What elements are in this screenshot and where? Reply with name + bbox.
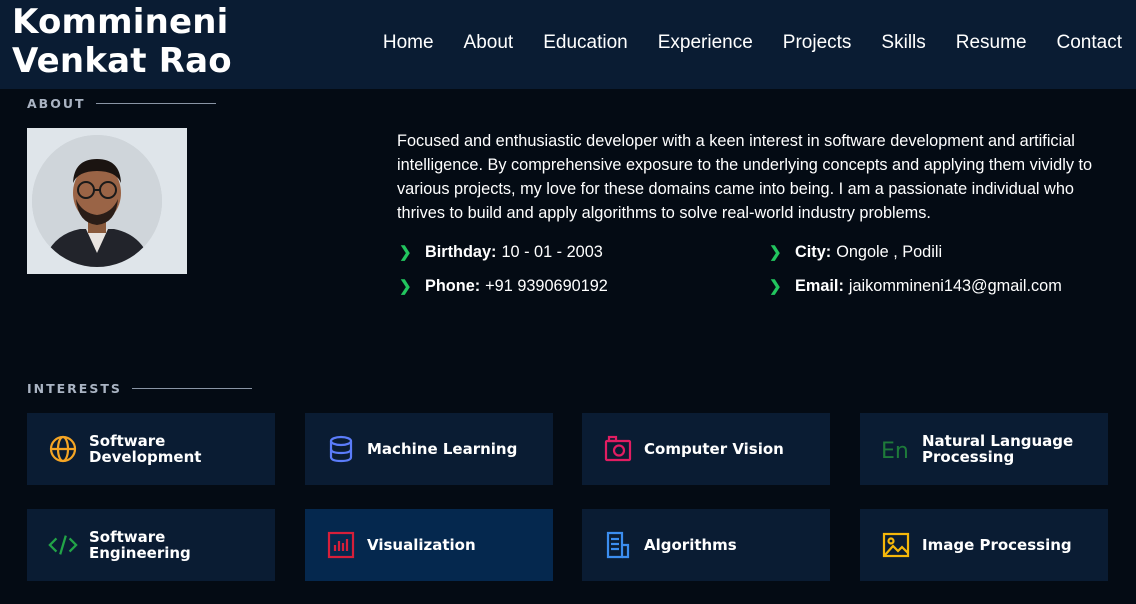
language-icon: En (881, 434, 911, 464)
interest-label: Software Development (89, 432, 202, 466)
birthday-label: Birthday: (425, 242, 497, 261)
interests-section-title: INTERESTS (27, 381, 252, 396)
nav-education[interactable]: Education (543, 30, 628, 56)
globe-icon (48, 434, 78, 464)
phone-value: +91 9390690192 (485, 276, 608, 295)
profile-photo (27, 128, 187, 274)
code-icon (48, 530, 78, 560)
nav-home[interactable]: Home (383, 30, 434, 56)
interests-title-text: INTERESTS (27, 381, 122, 396)
image-icon (881, 530, 911, 560)
brand-first-name: Kommineni (12, 2, 229, 42)
chevron-right-icon: ❯ (399, 244, 412, 261)
interest-card-image-processing[interactable]: Image Processing (860, 509, 1108, 581)
interest-label: Image Processing (922, 536, 1072, 554)
nav-projects[interactable]: Projects (783, 30, 852, 56)
interest-card-software-development[interactable]: Software Development (27, 413, 275, 485)
person-portrait-icon (32, 135, 162, 267)
database-icon (326, 434, 356, 464)
nav-contact[interactable]: Contact (1057, 30, 1122, 56)
interest-label: Machine Learning (367, 440, 518, 458)
title-divider (131, 388, 252, 389)
interest-card-visualization[interactable]: Visualization (305, 509, 553, 581)
svg-text:En: En (881, 439, 909, 463)
interest-label: Natural Language Processing (922, 432, 1074, 466)
bar-chart-icon (326, 530, 356, 560)
brand-name[interactable]: Kommineni Venkat Rao (12, 3, 232, 81)
nav-experience[interactable]: Experience (658, 30, 753, 56)
site-header: Kommineni Venkat Rao Home About Educatio… (0, 0, 1136, 89)
interest-card-software-engineering[interactable]: Software Engineering (27, 509, 275, 581)
nav-resume[interactable]: Resume (956, 30, 1027, 56)
interest-card-natural-language-processing[interactable]: En Natural Language Processing (860, 413, 1108, 485)
chevron-right-icon: ❯ (769, 244, 782, 261)
interest-label: Visualization (367, 536, 476, 554)
about-description: Focused and enthusiastic developer with … (397, 132, 1093, 222)
brand-last-name: Venkat Rao (12, 41, 232, 81)
about-title-text: ABOUT (27, 96, 86, 111)
info-city: ❯ City: Ongole , Podili (769, 241, 942, 263)
nav-about[interactable]: About (464, 30, 514, 56)
email-value: jaikommineni143@gmail.com (848, 276, 1062, 295)
title-divider (95, 103, 216, 104)
info-birthday: ❯ Birthday: 10 - 01 - 2003 (399, 241, 603, 263)
email-label: Email: (795, 276, 844, 295)
info-phone: ❯ Phone: +91 9390690192 (399, 275, 608, 297)
interest-card-computer-vision[interactable]: Computer Vision (582, 413, 830, 485)
city-label: City: (795, 242, 832, 261)
interest-label: Software Engineering (89, 528, 191, 562)
interest-card-algorithms[interactable]: Algorithms (582, 509, 830, 581)
phone-label: Phone: (425, 276, 481, 295)
camera-icon (603, 434, 633, 464)
birthday-value: 10 - 01 - 2003 (501, 242, 603, 261)
chevron-right-icon: ❯ (399, 278, 412, 295)
info-email: ❯ Email: jaikommineni143@gmail.com (769, 275, 1062, 297)
city-value: Ongole , Podili (836, 242, 943, 261)
main-nav: Home About Education Experience Projects… (383, 30, 1122, 56)
nav-skills[interactable]: Skills (881, 30, 925, 56)
interest-label: Algorithms (644, 536, 737, 554)
document-icon (603, 530, 633, 560)
interest-label: Computer Vision (644, 440, 784, 458)
chevron-right-icon: ❯ (769, 278, 782, 295)
interest-card-machine-learning[interactable]: Machine Learning (305, 413, 553, 485)
about-section-title: ABOUT (27, 96, 216, 111)
profile-avatar (32, 135, 162, 267)
